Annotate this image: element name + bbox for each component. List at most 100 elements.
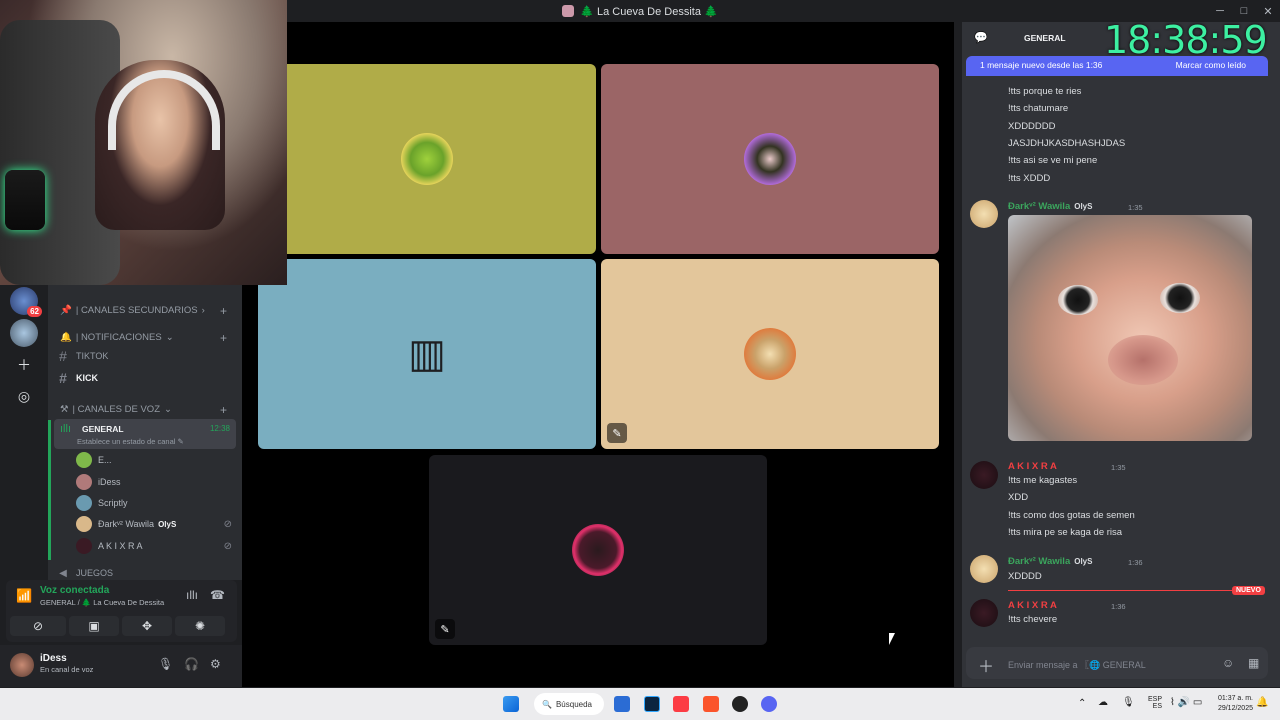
image-attachment[interactable] <box>1008 215 1252 441</box>
settings-gear-icon[interactable]: ⚙ <box>210 657 221 671</box>
minimize-button[interactable]: ─ <box>1208 5 1232 17</box>
participant-tile[interactable]: ▥ <box>258 259 596 449</box>
voice-member[interactable]: Scriptly <box>76 493 236 513</box>
disconnect-icon[interactable]: ☎ <box>210 588 225 602</box>
voice-member[interactable]: E... <box>76 450 236 470</box>
channel-status[interactable]: Establece un estado de canal ✎ <box>77 437 184 446</box>
message-line: !tts mira pe se kaga de risa <box>1008 527 1123 538</box>
server-icon <box>562 5 575 17</box>
add-channel-icon[interactable]: + <box>220 403 227 417</box>
hash-icon: # <box>59 348 67 364</box>
mouse-cursor <box>889 633 895 645</box>
windows-start-icon[interactable] <box>503 696 519 712</box>
maximize-button[interactable]: □ <box>1232 5 1256 17</box>
screen-share-button[interactable]: ▣ <box>69 616 119 636</box>
hammer-icon: ⚒ <box>60 404 69 415</box>
add-server-icon[interactable]: ＋ <box>14 355 34 375</box>
channel-list: 📌 | CANALES SECUNDARIOS › + 🔔 | NOTIFICA… <box>48 285 242 580</box>
message-timestamp: 1:36 <box>1128 558 1143 567</box>
channel-tiktok[interactable]: # TIKTOK <box>56 346 236 366</box>
avatar[interactable] <box>970 555 998 583</box>
avatar[interactable] <box>10 653 34 677</box>
server-icon[interactable] <box>10 319 38 347</box>
new-messages-banner[interactable]: 1 mensaje nuevo desde las 1:36 Marcar co… <box>966 56 1268 76</box>
close-button[interactable]: ✕ <box>1256 5 1280 18</box>
explore-icon[interactable]: ◎ <box>14 386 34 406</box>
keyboard-language[interactable]: ESP ES <box>1140 696 1162 710</box>
participant-tile[interactable]: ✎ <box>429 455 767 645</box>
taskbar: 🔍 Búsqueda ⌃ ☁ 🎙 ESP ES ⌇ 🔊 ▭ 01:37 a. m… <box>0 688 1280 720</box>
chat-channel-name: GENERAL <box>1024 33 1066 43</box>
emoji-icon[interactable]: ☺ <box>1222 656 1234 670</box>
voice-stage: ▥ ✎ ✎ <box>242 22 954 687</box>
message-line: !tts XDDD <box>1008 173 1051 184</box>
notification-bell-icon[interactable]: 🔔 <box>1256 697 1268 708</box>
message-line: XDDDDDD <box>1008 121 1056 132</box>
video-button[interactable]: ⊘ <box>10 616 66 636</box>
message-line: !tts como dos gotas de semen <box>1008 510 1135 521</box>
message-line: JASJDHJKASDHASHJDAS <box>1008 138 1126 149</box>
voice-channel-general[interactable]: ıllı GENERAL 12:38 Establece un estado d… <box>54 419 236 449</box>
voice-connected-panel: 📶 Voz conectada GENERAL / 🌲 La Cueva De … <box>6 580 237 642</box>
bell-icon: 🔔 <box>60 332 72 343</box>
taskbar-search[interactable]: 🔍 Búsqueda <box>534 693 604 715</box>
photoshop-icon[interactable] <box>644 696 660 712</box>
message-line: !tts chevere <box>1008 614 1058 625</box>
participant-tile[interactable] <box>601 64 939 254</box>
member-tag: OlyS <box>158 519 177 529</box>
muted-icon: ✎ <box>435 619 455 639</box>
tray-mic-icon[interactable]: 🎙 <box>1122 697 1135 708</box>
add-channel-icon[interactable]: + <box>220 304 227 318</box>
server-icon[interactable]: 62 <box>10 287 42 317</box>
participant-tile[interactable]: ✎ <box>601 259 939 449</box>
brave-browser-icon[interactable] <box>703 696 719 712</box>
microphone-icon[interactable]: 🎙 <box>158 657 173 671</box>
category-secondary[interactable]: 📌 | CANALES SECUNDARIOS › + <box>60 304 227 318</box>
category-notifications[interactable]: 🔔 | NOTIFICACIONES ⌄ + <box>60 331 227 345</box>
avatar <box>76 495 92 511</box>
apps-icon[interactable]: ▦ <box>1248 656 1259 670</box>
avatar[interactable] <box>970 200 998 228</box>
taskbar-time[interactable]: 01:37 a. m. <box>1205 695 1253 702</box>
mark-read-button[interactable]: Marcar como leído <box>1176 60 1246 70</box>
notification-badge: 62 <box>27 306 42 317</box>
obs-icon[interactable] <box>732 696 748 712</box>
tray-cloud-icon[interactable]: ☁ <box>1098 697 1108 708</box>
message-author[interactable]: A K I X R A <box>1008 461 1057 472</box>
message-input[interactable]: ＋ Enviar mensaje a 〖🌐 GENERAL ☺ ▦ <box>966 647 1268 679</box>
microphone-graphic <box>5 170 45 230</box>
muted-icon: ✎ <box>607 423 627 443</box>
message-line: !tts asi se ve mi pene <box>1008 155 1098 166</box>
noise-suppression-icon[interactable]: ıllı <box>186 588 198 602</box>
avatar[interactable] <box>970 461 998 489</box>
muted-icon: ⊘ <box>223 518 232 530</box>
voice-member[interactable]: iDess <box>76 472 236 492</box>
wifi-volume-icon[interactable]: ⌇ 🔊 ▭ <box>1170 697 1202 708</box>
category-voice[interactable]: ⚒ | CANALES DE VOZ ⌄ + <box>60 403 227 417</box>
voice-member[interactable]: Ðarkᵛ² Wawila OlyS ⊘ <box>76 514 236 534</box>
user-bar: iDess En canal de voz 🎙 🎧 ⚙ <box>0 645 242 687</box>
message-author[interactable]: Ðarkᵛ² Wawila OlyS <box>1008 201 1092 212</box>
participant-avatar <box>572 524 624 576</box>
voice-activity-icon: ıllı <box>60 423 71 435</box>
activities-button[interactable]: ✥ <box>122 616 172 636</box>
participant-avatar <box>401 133 453 185</box>
participant-tile[interactable] <box>258 64 596 254</box>
add-channel-icon[interactable]: + <box>220 331 227 345</box>
avatar[interactable] <box>970 599 998 627</box>
taskbar-date[interactable]: 29/12/2025 <box>1205 705 1253 712</box>
discord-icon[interactable] <box>761 696 777 712</box>
avatar <box>76 538 92 554</box>
server-rail: 62 ＋ ◎ <box>0 285 48 575</box>
message-line: XDDDD <box>1008 571 1042 582</box>
headphones-icon[interactable]: 🎧 <box>184 657 199 671</box>
message-author[interactable]: A K I X R A <box>1008 600 1057 611</box>
file-explorer-icon[interactable] <box>614 696 630 712</box>
channel-kick[interactable]: # KICK <box>56 368 236 388</box>
soundboard-button[interactable]: ✺ <box>175 616 225 636</box>
voice-member[interactable]: A K I X R A ⊘ <box>76 536 236 556</box>
message-author[interactable]: Ðarkᵛ² Wawila OlyS <box>1008 556 1092 567</box>
attach-plus-icon[interactable]: ＋ <box>978 653 994 677</box>
music-icon[interactable] <box>673 696 689 712</box>
tray-chevron-icon[interactable]: ⌃ <box>1078 698 1086 709</box>
